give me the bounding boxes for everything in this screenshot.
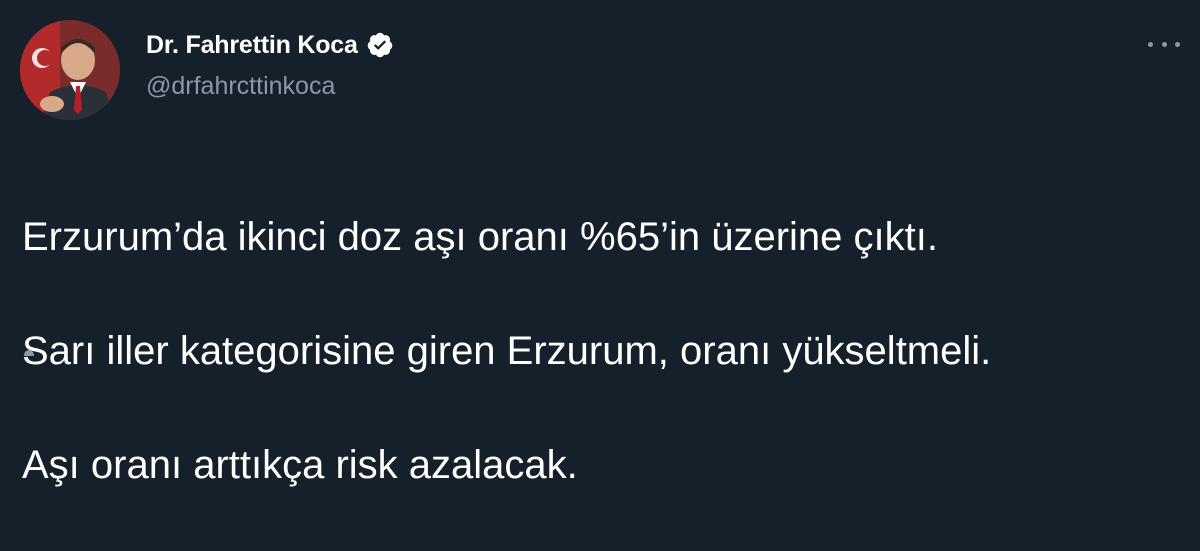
tweet-text-line-3: Aşı oranı arttıkça risk azalacak.: [22, 443, 578, 487]
verified-badge-icon: [366, 31, 394, 59]
more-dots-icon[interactable]: [1148, 36, 1180, 52]
dot-3: [1175, 41, 1180, 47]
tweet-text-line-1: Erzurum’da ikinci doz aşı oranı %65’in ü…: [22, 215, 938, 259]
author-name-row: Dr. Fahrettin Koca: [146, 28, 394, 62]
tweet-text: Erzurum’da ikinci doz aşı oranı %65’in ü…: [22, 152, 1182, 551]
tweet-text-line-2: Sarı iller kategorisine giren Erzurum, o…: [22, 329, 992, 373]
author-display-name[interactable]: Dr. Fahrettin Koca: [146, 31, 358, 60]
footer-edge: [24, 350, 34, 356]
tweet-card: Dr. Fahrettin Koca @drfahrcttinkoca Erzu…: [0, 0, 1200, 487]
dot-1: [1148, 41, 1153, 47]
author-handle[interactable]: @drfahrcttinkoca: [146, 72, 335, 101]
profile-photo-icon: [20, 20, 120, 120]
avatar[interactable]: [20, 20, 120, 120]
dot-2: [1161, 41, 1167, 47]
